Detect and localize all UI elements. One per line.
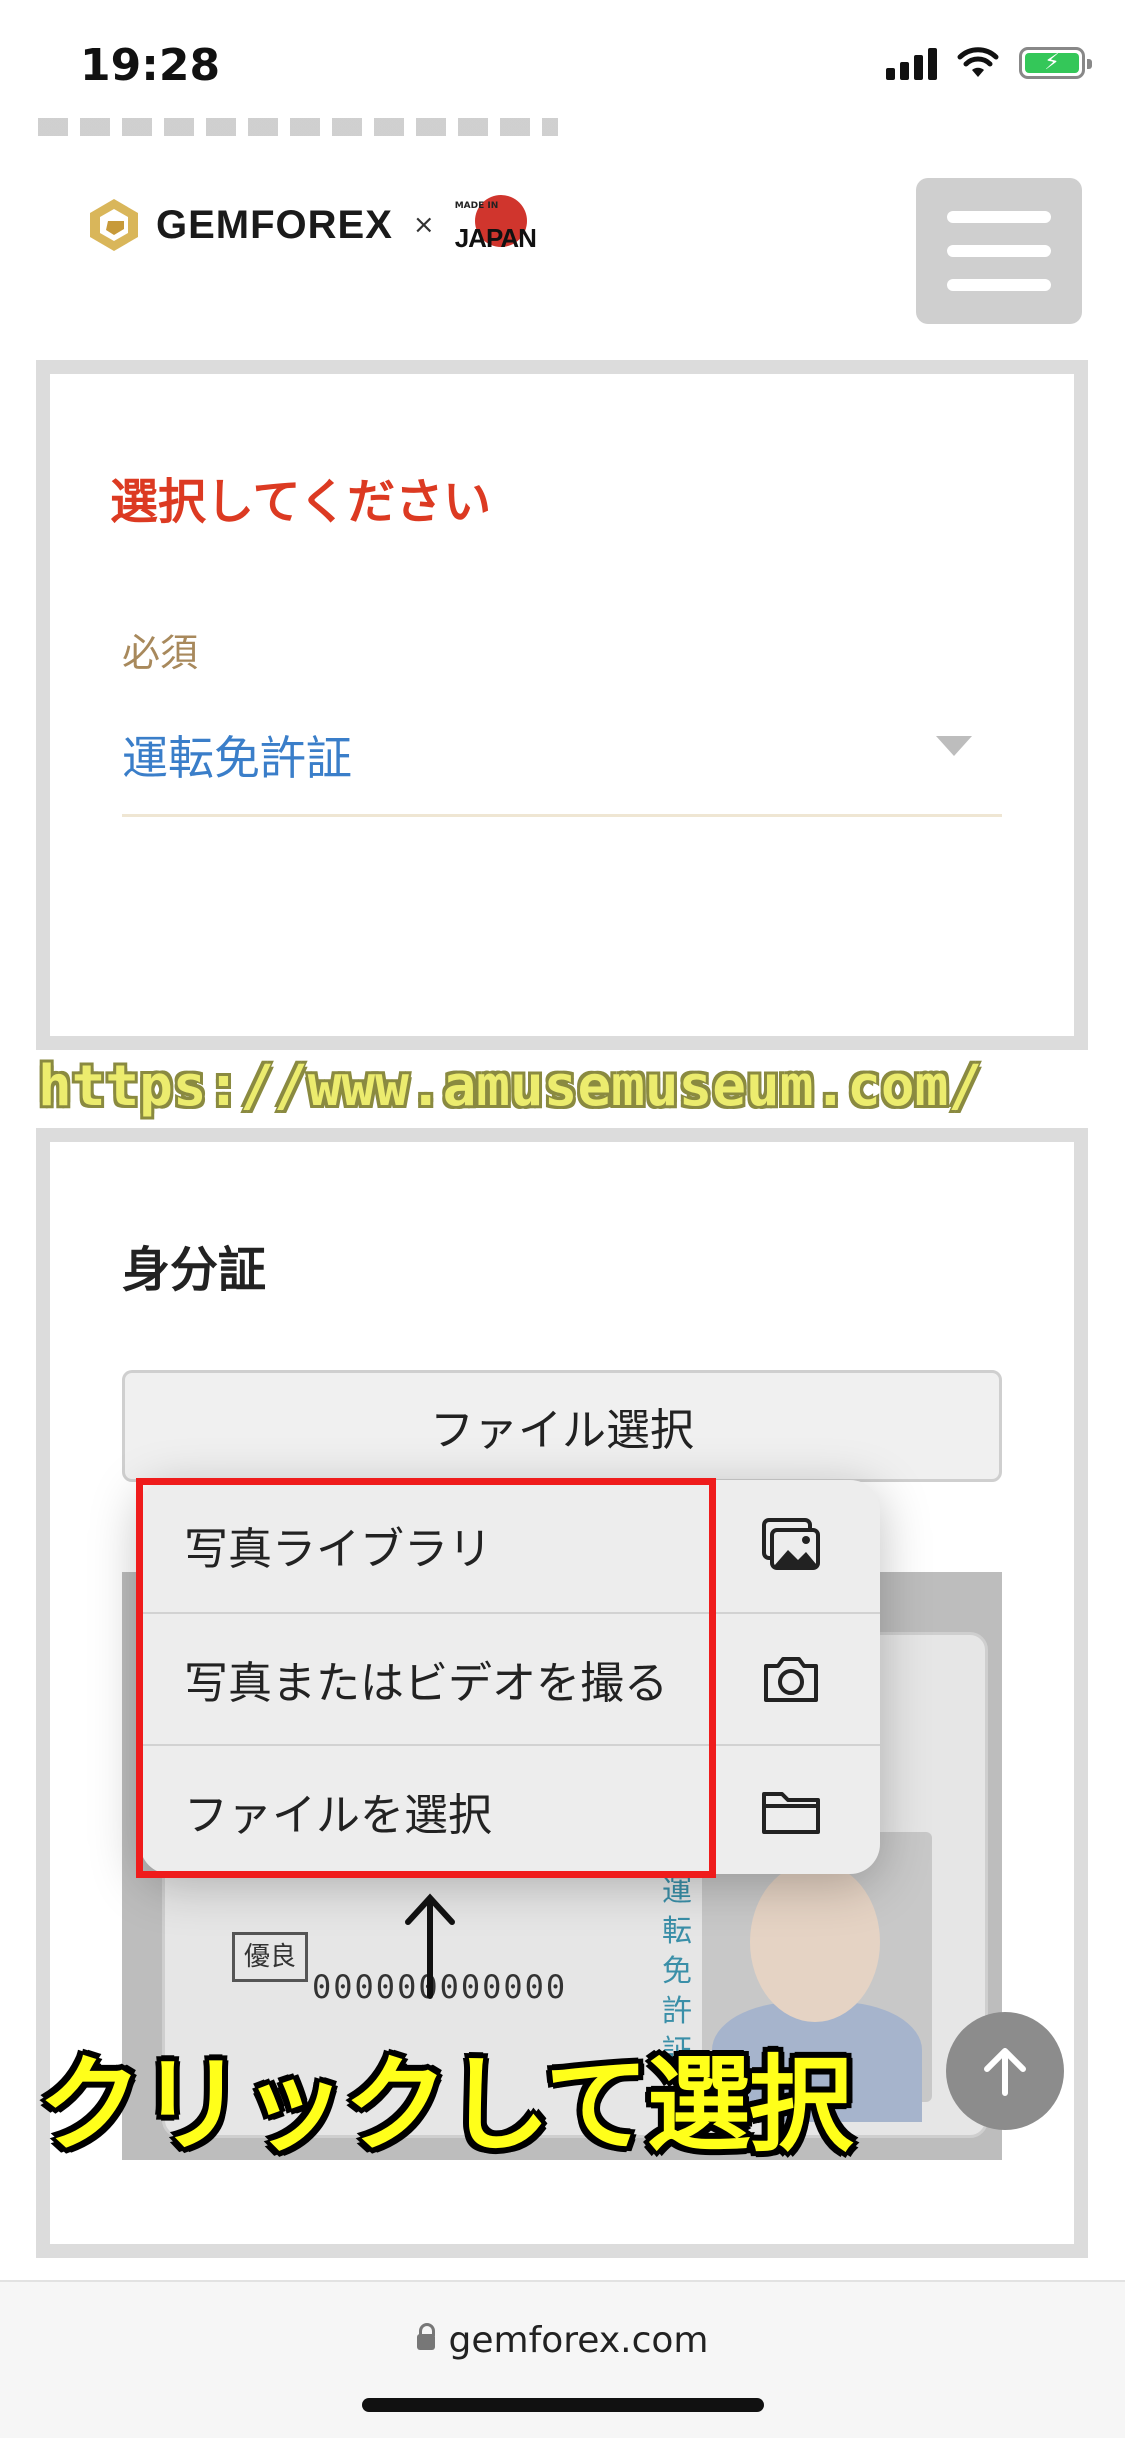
up-arrow-annotation-icon	[405, 1893, 455, 1999]
id-section-title: 身分証	[122, 1242, 267, 1298]
address-bar-url[interactable]: gemforex.com	[0, 2320, 1125, 2361]
required-label: 必須	[122, 631, 199, 675]
wifi-icon	[957, 47, 999, 77]
dropdown-arrow-icon[interactable]	[936, 736, 972, 756]
brand-name: GEMFOREX	[156, 202, 393, 247]
instruction-annotation: クリックして選択	[38, 2044, 853, 2166]
status-time: 19:28	[80, 40, 221, 91]
lock-icon	[416, 2323, 435, 2350]
hamburger-line	[947, 245, 1051, 257]
japan-label: JAPAN	[454, 223, 537, 253]
camera-icon	[764, 1657, 818, 1702]
file-select-button[interactable]: ファイル選択	[122, 1370, 1002, 1482]
hamburger-line	[947, 279, 1051, 291]
watermark-url: https://www.amusemuseum.com/	[38, 1054, 983, 1119]
arrow-up-icon	[984, 2048, 1026, 2096]
hamburger-menu-button[interactable]	[916, 178, 1082, 324]
browser-address-bar[interactable]: gemforex.com	[0, 2280, 1125, 2438]
scrolled-text-remnant	[38, 118, 558, 136]
made-in-label: MADE IN	[454, 201, 499, 211]
portrait-face	[750, 1862, 880, 2022]
hamburger-line	[947, 211, 1051, 223]
scroll-to-top-button[interactable]	[946, 2012, 1064, 2130]
logo-separator: ×	[412, 210, 435, 240]
made-in-japan-logo: MADE IN JAPAN	[455, 195, 547, 255]
highlight-box	[136, 1478, 716, 1878]
home-indicator[interactable]	[362, 2398, 764, 2412]
select-prompt-title: 選択してください	[110, 474, 492, 530]
photo-library-icon	[762, 1518, 820, 1570]
folder-icon	[762, 1792, 820, 1834]
select-underline	[122, 814, 1002, 817]
document-type-select[interactable]: 運転免許証	[122, 722, 352, 788]
site-logo[interactable]: GEMFOREX × MADE IN JAPAN	[84, 195, 547, 255]
gemforex-logo-icon	[90, 199, 138, 251]
url-text: gemforex.com	[448, 2320, 709, 2361]
license-badge: 優良	[232, 1932, 308, 1982]
cellular-signal-icon	[886, 46, 937, 80]
status-icons: ⚡	[886, 46, 1092, 80]
battery-charging-icon: ⚡	[1019, 47, 1092, 79]
